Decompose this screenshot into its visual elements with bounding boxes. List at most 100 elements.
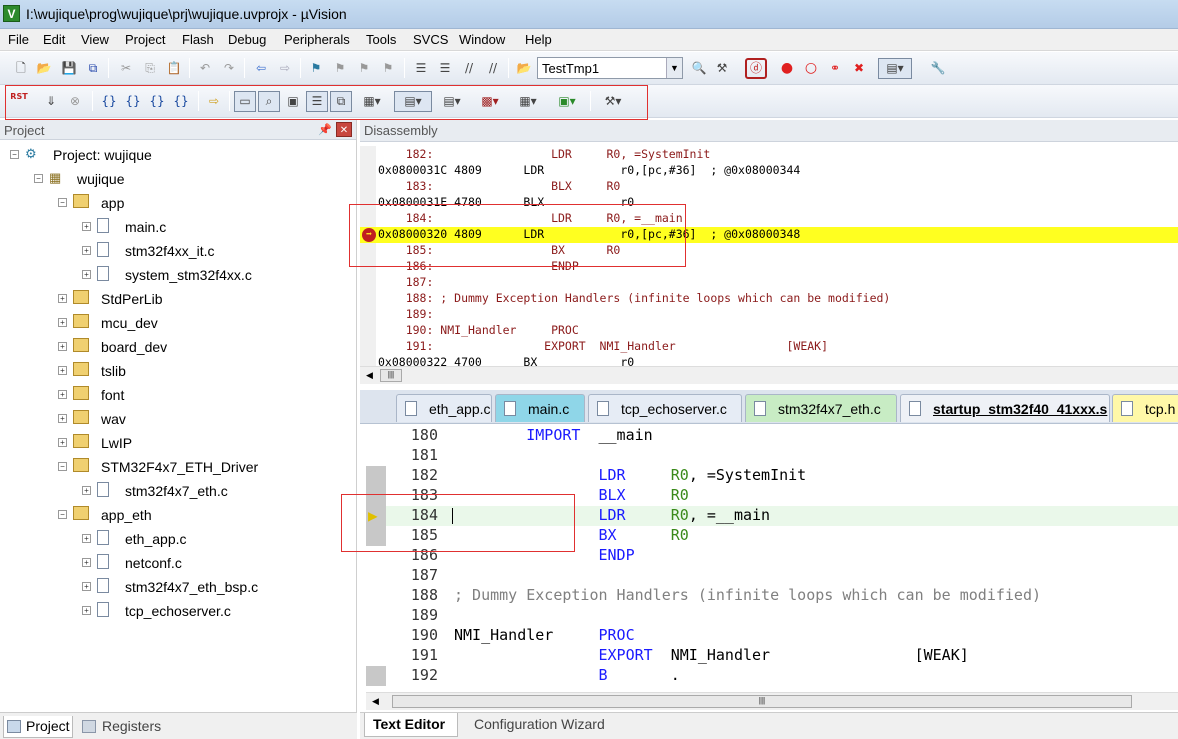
code-line[interactable]: 188 ; Dummy Exception Handlers (infinite … [366, 586, 1178, 606]
scroll-thumb[interactable]: ||| [392, 695, 1132, 708]
collapse-icon[interactable]: − [34, 174, 43, 183]
pin-icon[interactable]: 📌 [318, 123, 332, 136]
insert-breakpoint-icon[interactable]: ● [778, 59, 796, 77]
expand-icon[interactable]: + [82, 606, 91, 615]
tree-item[interactable]: + tcp_echoserver.c [0, 600, 357, 624]
menu-item-flash[interactable]: Flash [182, 32, 214, 47]
tree-item[interactable]: + wav [0, 408, 357, 432]
scroll-left-icon[interactable]: ◀ [372, 696, 379, 707]
disassembly-line[interactable]: 187: [360, 275, 1178, 291]
paste-icon[interactable]: 📋 [165, 59, 183, 77]
tree-item[interactable]: − ▦ wujique [0, 168, 357, 192]
expand-icon[interactable]: + [58, 318, 67, 327]
expand-icon[interactable]: + [58, 414, 67, 423]
breakpoint-gutter-marker[interactable] [366, 486, 386, 506]
menu-item-project[interactable]: Project [125, 32, 165, 47]
undo-icon[interactable]: ↶ [196, 59, 214, 77]
save-all-icon[interactable]: ⧉ [84, 59, 102, 77]
step-out-icon[interactable]: {} [148, 92, 166, 110]
prev-bookmark-icon[interactable]: ⚑ [331, 59, 349, 77]
tree-item[interactable]: + stm32f4xx_it.c [0, 240, 357, 264]
chevron-down-icon[interactable]: ▼ [666, 58, 682, 78]
disassembly-line[interactable]: 0x0800031E 4780 BLX r0 [360, 195, 1178, 211]
run-to-cursor-icon[interactable]: {} [172, 92, 190, 110]
editor-tab[interactable]: eth_app.c [396, 394, 492, 422]
call-stack-window-icon[interactable]: ⧉ [330, 91, 352, 112]
expand-icon[interactable]: + [58, 390, 67, 399]
tree-item[interactable]: − app [0, 192, 357, 216]
close-icon[interactable]: ✕ [336, 122, 352, 137]
menu-item-edit[interactable]: Edit [43, 32, 65, 47]
editor-tab[interactable]: stm32f4x7_eth.c [745, 394, 897, 422]
target-select[interactable]: TestTmp1 ▼ [537, 57, 683, 79]
code-line[interactable]: 191 EXPORT NMI_Handler [WEAK] [366, 646, 1178, 666]
expand-icon[interactable]: + [82, 222, 91, 231]
tab-text-editor[interactable]: Text Editor [364, 713, 458, 737]
menu-item-svcs[interactable]: SVCS [413, 32, 448, 47]
serial-window-icon[interactable]: ▤▾ [437, 92, 467, 110]
tree-item[interactable]: + eth_app.c [0, 528, 357, 552]
tree-item[interactable]: + system_stm32f4xx.c [0, 264, 357, 288]
bookmark-icon[interactable]: ⚑ [307, 59, 325, 77]
tree-item[interactable]: − STM32F4x7_ETH_Driver [0, 456, 357, 480]
expand-icon[interactable]: + [82, 486, 91, 495]
editor-tab[interactable]: startup_stm32f40_41xxx.s [900, 394, 1110, 422]
toolbox-icon[interactable]: ⚒▾ [598, 92, 628, 110]
code-line[interactable]: ▶ 184 LDR R0, =__main [366, 506, 1178, 526]
trace-window-icon[interactable]: ▦▾ [513, 92, 543, 110]
open-folder-icon[interactable]: 📂 [35, 59, 53, 77]
menu-item-tools[interactable]: Tools [366, 32, 396, 47]
code-line[interactable]: 189 [366, 606, 1178, 626]
symbols-window-icon[interactable]: ▣ [284, 92, 302, 110]
collapse-icon[interactable]: − [58, 462, 67, 471]
find-in-files-icon[interactable]: 📂 [515, 59, 533, 77]
configure-icon[interactable]: 🔧 [929, 59, 947, 77]
code-line[interactable]: 190 NMI_Handler PROC [366, 626, 1178, 646]
disassembly-line[interactable]: 183: BLX R0 [360, 179, 1178, 195]
code-line[interactable]: 185 BX R0 [366, 526, 1178, 546]
new-file-icon[interactable]: 🗋 [12, 59, 30, 77]
step-over-icon[interactable]: {} [124, 92, 142, 110]
command-window-icon[interactable]: ▭ [234, 91, 256, 112]
comment-icon[interactable]: // [460, 59, 478, 77]
disable-breakpoints-icon[interactable]: ⚭ [826, 59, 844, 77]
tree-item[interactable]: + stm32f4x7_eth_bsp.c [0, 576, 357, 600]
expand-icon[interactable]: + [58, 294, 67, 303]
watch-window-icon[interactable]: ▦▾ [357, 92, 387, 110]
expand-icon[interactable]: + [82, 558, 91, 567]
disassembly-horizontal-scrollbar[interactable]: ◀ ||| [360, 366, 1178, 384]
disassembly-line[interactable]: 186: ENDP [360, 259, 1178, 275]
kill-breakpoints-icon[interactable]: ✖ [850, 59, 868, 77]
redo-icon[interactable]: ↷ [220, 59, 238, 77]
expand-icon[interactable]: + [82, 246, 91, 255]
unindent-icon[interactable]: ☰ [436, 59, 454, 77]
tree-item[interactable]: + font [0, 384, 357, 408]
indent-icon[interactable]: ☰ [412, 59, 430, 77]
tab-project[interactable]: Project [3, 716, 73, 738]
tree-item[interactable]: + board_dev [0, 336, 357, 360]
disassembly-line[interactable]: 182: LDR R0, =SystemInit [360, 147, 1178, 163]
disassembly-line[interactable]: 189: [360, 307, 1178, 323]
analysis-window-icon[interactable]: ▩▾ [475, 92, 505, 110]
collapse-icon[interactable]: − [10, 150, 19, 159]
expand-icon[interactable]: + [82, 582, 91, 591]
editor-tab[interactable]: tcp.h [1112, 394, 1178, 422]
system-viewer-icon[interactable]: ▣▾ [552, 92, 582, 110]
tree-item[interactable]: + LwIP [0, 432, 357, 456]
tree-item[interactable]: + tslib [0, 360, 357, 384]
editor-horizontal-scrollbar[interactable]: ◀ ||| [366, 692, 1178, 710]
cut-icon[interactable]: ✂ [117, 59, 135, 77]
code-line[interactable]: 182 LDR R0, =SystemInit [366, 466, 1178, 486]
tree-item[interactable]: + main.c [0, 216, 357, 240]
uncomment-icon[interactable]: // [484, 59, 502, 77]
menu-item-view[interactable]: View [81, 32, 109, 47]
run-icon[interactable]: ⇓ [42, 92, 60, 110]
expand-icon[interactable]: + [58, 366, 67, 375]
copy-icon[interactable]: ⎘ [141, 59, 159, 77]
code-line[interactable]: 183 BLX R0 [366, 486, 1178, 506]
menu-item-debug[interactable]: Debug [228, 32, 266, 47]
expand-icon[interactable]: + [58, 342, 67, 351]
disassembly-window-icon[interactable]: ⌕ [258, 91, 280, 112]
code-line[interactable]: 187 [366, 566, 1178, 586]
editor-tab[interactable]: main.c [495, 394, 585, 422]
